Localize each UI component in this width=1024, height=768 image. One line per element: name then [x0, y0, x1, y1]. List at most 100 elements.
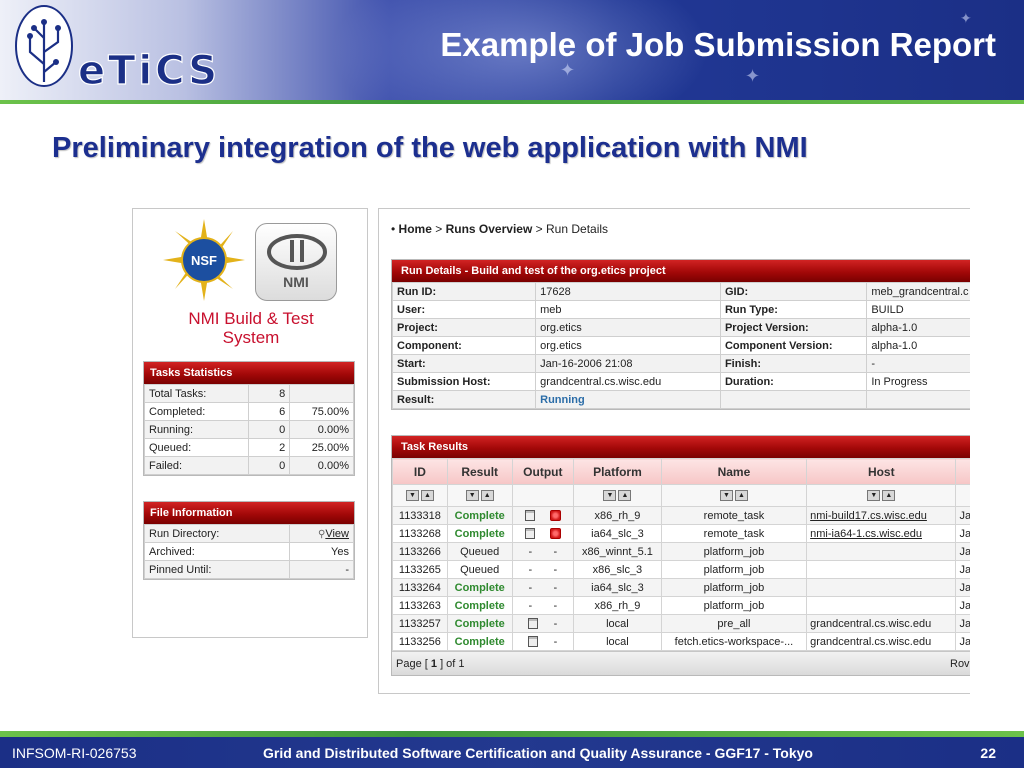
- stat-label: Completed:: [144, 402, 249, 421]
- pager-suffix: ] of 1: [440, 658, 465, 670]
- log-file-icon[interactable]: [528, 618, 539, 630]
- task-name: platform_job: [660, 578, 808, 597]
- task-host: nmi-build17.cs.wisc.edu: [806, 506, 957, 525]
- sort-descending-icon[interactable]: ▼: [603, 490, 617, 502]
- task-output-cell: - -: [511, 560, 575, 579]
- detail-label: Finish:: [719, 354, 868, 373]
- task-extra-truncated: Ja: [955, 596, 970, 615]
- task-extra-truncated: Ja: [955, 506, 970, 525]
- output-empty-dash: -: [553, 563, 558, 576]
- run-details-box: Run Details - Build and test of the org.…: [391, 259, 970, 410]
- stat-count: 0: [247, 456, 291, 475]
- tasks-statistics-row: Total Tasks: 8: [144, 384, 354, 403]
- task-result-status: Complete: [446, 524, 513, 543]
- run-details-row: Submission Host: grandcentral.cs.wisc.edu…: [391, 372, 970, 391]
- run-details-row: Run ID: 17628 GID: meb_grandcentral.c: [391, 282, 970, 301]
- nmi-logo-text: NMI: [283, 274, 309, 290]
- detail-label: User:: [391, 300, 537, 319]
- detail-value: [866, 390, 970, 409]
- breadcrumb-current: Run Details: [546, 222, 609, 236]
- task-result-row[interactable]: 1133268 Complete ia64_slc_3 remote_task nmi…: [392, 524, 970, 543]
- task-output-cell: -: [511, 614, 575, 633]
- detail-label: Result:: [391, 390, 537, 409]
- task-output-cell: [511, 524, 575, 543]
- column-header-host[interactable]: Host: [806, 458, 957, 485]
- stat-count: 6: [247, 402, 291, 421]
- project-code: INFSOM-RI-026753: [12, 745, 137, 761]
- stat-percent: 0.00%: [289, 420, 354, 439]
- tasks-statistics-row: Completed: 6 75.00%: [144, 402, 354, 421]
- log-file-icon[interactable]: [528, 636, 539, 648]
- nmi-caption: NMI Build & Test System: [153, 309, 349, 347]
- task-result-row[interactable]: 1133318 Complete x86_rh_9 remote_task nmi-b…: [392, 506, 970, 525]
- task-platform: x86_rh_9: [573, 506, 662, 525]
- task-platform: local: [573, 632, 662, 651]
- error-output-icon[interactable]: [549, 510, 561, 522]
- footer-caption: Grid and Distributed Software Certificat…: [263, 745, 813, 761]
- task-host-link[interactable]: nmi-build17.cs.wisc.edu: [810, 510, 927, 522]
- task-result-row[interactable]: 1133266 Queued - - x86_winnt_5.1 platform_jo…: [392, 542, 970, 561]
- task-id: 1133264: [392, 578, 448, 597]
- file-info-label: Pinned Until:: [143, 560, 291, 579]
- column-header-id[interactable]: ID: [392, 458, 448, 485]
- sort-ascending-icon[interactable]: ▲: [882, 490, 896, 502]
- task-id: 1133256: [392, 632, 448, 651]
- task-host-text: grandcentral.cs.wisc.edu: [810, 617, 932, 630]
- breadcrumb-runs-overview-link[interactable]: Runs Overview: [446, 222, 533, 236]
- column-header-result[interactable]: Result: [446, 458, 513, 485]
- detail-value: meb: [535, 300, 721, 319]
- task-result-row[interactable]: 1133256 Complete - local fetch.etics-worksp…: [392, 632, 970, 651]
- sort-cell: ▼ ▲: [573, 484, 662, 507]
- rows-per-page-label: Rov: [950, 658, 970, 670]
- error-output-icon[interactable]: [549, 528, 561, 540]
- sort-descending-icon[interactable]: ▼: [719, 490, 733, 502]
- logo-wordmark: eTiCS: [78, 48, 220, 94]
- view-run-directory-link[interactable]: View: [325, 528, 349, 540]
- task-result-row[interactable]: 1133264 Complete - - ia64_slc_3 platform_job…: [392, 578, 970, 597]
- sort-ascending-icon[interactable]: ▲: [420, 490, 434, 502]
- task-output-cell: - -: [511, 596, 575, 615]
- detail-label: Component Version:: [719, 336, 868, 355]
- task-result-status: Complete: [446, 614, 513, 633]
- sort-descending-icon[interactable]: ▼: [405, 490, 419, 502]
- sort-descending-icon[interactable]: ▼: [867, 490, 881, 502]
- task-result-row[interactable]: 1133265 Queued - - x86_slc_3 platform_job Ja: [392, 560, 970, 579]
- run-directory-value: ⚲View: [289, 524, 354, 543]
- page-number: 22: [980, 745, 996, 761]
- task-name: remote_task: [660, 524, 808, 543]
- column-header-output[interactable]: Output: [511, 458, 575, 485]
- sort-ascending-icon[interactable]: ▲: [618, 490, 632, 502]
- run-details-row: Component: org.etics Component Version: alp…: [391, 336, 970, 355]
- tasks-statistics-row: Queued: 2 25.00%: [144, 438, 354, 457]
- output-empty-dash: -: [528, 545, 533, 558]
- output-empty-dash: -: [528, 599, 533, 612]
- log-file-icon[interactable]: [524, 528, 535, 540]
- task-result-status: Queued: [446, 560, 513, 579]
- log-file-icon[interactable]: [524, 510, 535, 522]
- task-output-cell: -: [511, 632, 575, 651]
- task-result-row[interactable]: 1133257 Complete - local pre_all grandcentra…: [392, 614, 970, 633]
- nmi-caption-line1: NMI Build & Test: [188, 309, 314, 328]
- task-id: 1133265: [392, 560, 448, 579]
- tasks-statistics-row: Failed: 0 0.00%: [144, 456, 354, 475]
- column-header-extra: [955, 458, 970, 485]
- task-host: [806, 560, 957, 579]
- breadcrumb: • Home > Runs Overview > Run Details: [391, 222, 608, 236]
- task-result-row[interactable]: 1133263 Complete - - x86_rh_9 platform_job Ja: [392, 596, 970, 615]
- task-host-link[interactable]: nmi-ia64-1.cs.wisc.edu: [810, 528, 922, 540]
- sort-descending-icon[interactable]: ▼: [465, 490, 479, 502]
- column-header-name[interactable]: Name: [660, 458, 808, 485]
- file-info-row: Run Directory: ⚲View: [143, 524, 354, 543]
- sort-cell: ▼ ▲: [392, 484, 448, 507]
- stat-label: Queued:: [144, 438, 249, 457]
- sort-ascending-icon[interactable]: ▲: [734, 490, 748, 502]
- sort-ascending-icon[interactable]: ▲: [480, 490, 494, 502]
- pager-current-page[interactable]: 1: [431, 658, 437, 670]
- file-info-value: Yes: [289, 542, 354, 561]
- star-decoration: ✦: [745, 66, 761, 86]
- breadcrumb-home-link[interactable]: Home: [399, 222, 432, 236]
- detail-value: meb_grandcentral.c: [866, 282, 970, 301]
- nsf-logo: NSF: [163, 219, 245, 301]
- column-header-platform[interactable]: Platform: [573, 458, 662, 485]
- task-extra-truncated: Ja: [955, 614, 970, 633]
